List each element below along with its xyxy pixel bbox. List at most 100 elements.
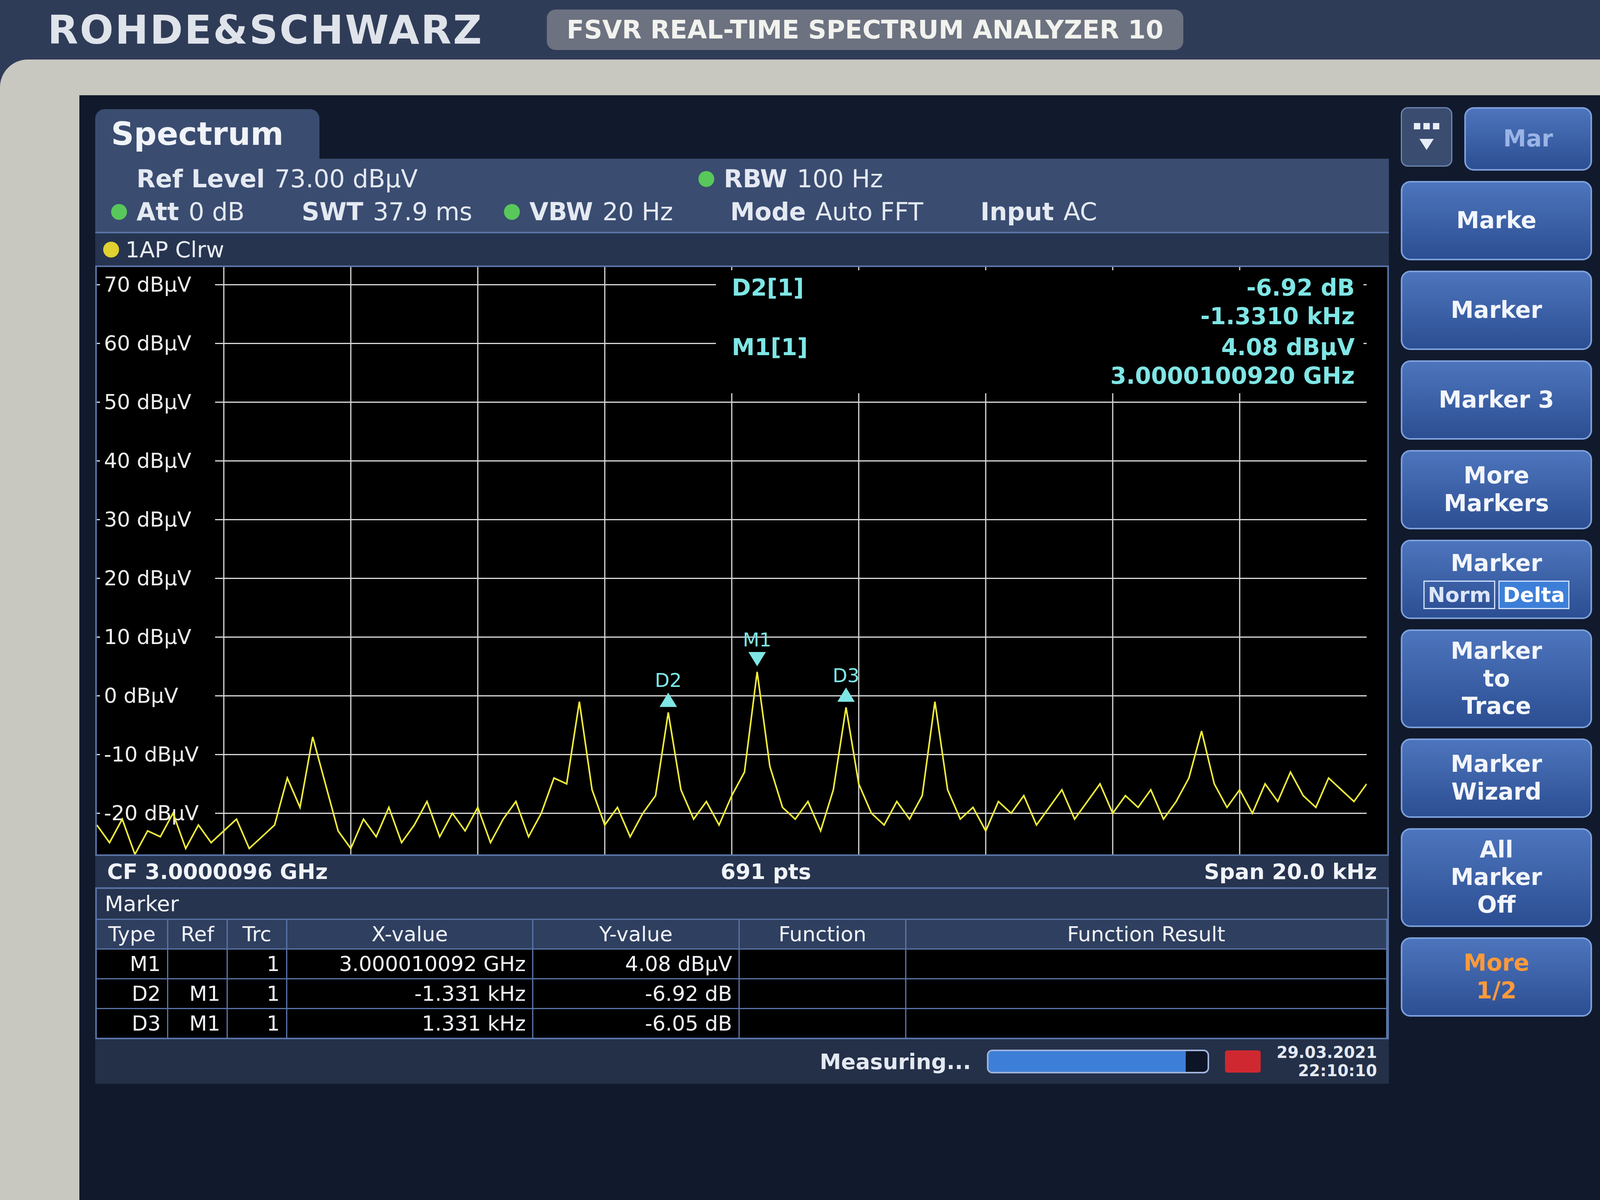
column-header: Function — [739, 919, 907, 949]
svg-text:D3: D3 — [832, 664, 860, 687]
indicator-dot — [698, 171, 715, 187]
setting[interactable]: VBW20 Hz — [503, 197, 674, 227]
marker-readout — [715, 270, 1364, 394]
readout-entry: M1[1]4.08 dBµV3.0000100920 GHz — [731, 333, 1355, 390]
softkey[interactable]: MarkerNormDelta — [1400, 539, 1593, 620]
indicator-dot — [111, 171, 127, 187]
setting[interactable]: Att0 dB — [111, 197, 245, 227]
svg-text:70 dBµV: 70 dBµV — [103, 272, 192, 297]
indicator-dot — [955, 203, 972, 220]
indicator-dot — [276, 203, 293, 220]
svg-text:60 dBµV: 60 dBµV — [103, 331, 192, 356]
screen-bezel: SpectrumRef Level73.00 dBµVRBW100 HzAtt0… — [0, 59, 1600, 1200]
table-cell — [906, 949, 1388, 979]
table-row[interactable]: D2M11-1.331 kHz-6.92 dB — [96, 978, 1388, 1008]
y-tick: 20 dBµV — [96, 564, 1367, 591]
brand-logo: ROHDE&SCHWARZ — [47, 6, 484, 54]
table-cell — [906, 1009, 1388, 1038]
grid-line — [350, 267, 352, 855]
toggle-option[interactable]: Norm — [1423, 580, 1496, 610]
table-cell: M1 — [168, 979, 228, 1008]
marker[interactable]: M1 — [742, 628, 772, 667]
table-cell — [739, 949, 907, 979]
indicator-dot — [704, 203, 721, 220]
trace-line — [96, 671, 1367, 855]
toggle-option[interactable]: Delta — [1498, 580, 1570, 610]
svg-text:M1[1]: M1[1] — [731, 333, 808, 361]
column-header: Trc — [227, 919, 288, 949]
table-cell: -1.331 kHz — [287, 979, 534, 1008]
table-row[interactable]: M113.000010092 GHz4.08 dBµV — [96, 948, 1388, 979]
menu-button[interactable] — [1400, 107, 1453, 167]
grid-line — [223, 267, 225, 855]
table-cell: 3.000010092 GHz — [287, 949, 534, 979]
table-cell: M1 — [168, 1009, 228, 1038]
softkey[interactable]: Marke — [1400, 180, 1593, 261]
table-cell: 1 — [227, 949, 288, 979]
model-plate: FSVR REAL-TIME SPECTRUM ANALYZER 10 — [546, 9, 1184, 50]
svg-text:-20 dBµV: -20 dBµV — [103, 801, 199, 825]
y-tick: 40 dBµV — [96, 447, 1367, 473]
norm-delta-toggle[interactable]: NormDelta — [1423, 580, 1570, 610]
softkey[interactable]: MoreMarkers — [1400, 450, 1593, 530]
softkey[interactable]: MarkertoTrace — [1400, 629, 1593, 729]
setting[interactable]: SWT37.9 ms — [276, 197, 473, 227]
setting[interactable]: RBW100 Hz — [698, 164, 883, 194]
softkey[interactable]: Marker — [1400, 270, 1593, 350]
plot-frame: 70 dBµV 60 dBµV 50 dBµV 40 dBµV 30 dBµV 20 dB… — [95, 265, 1389, 856]
readout-entry: D2[1] -6.92 dB-1.3310 kHz — [731, 274, 1355, 330]
grid-line — [477, 267, 479, 855]
svg-text:20 dBµV: 20 dBµV — [103, 566, 192, 591]
menu-icon — [1410, 119, 1443, 155]
indicator-dot — [111, 203, 127, 220]
marker[interactable]: D3 — [832, 664, 860, 702]
analyzer-front: ROHDE&SCHWARZ FSVR REAL-TIME SPECTRUM ANA… — [0, 0, 1600, 1200]
alert-icon — [1225, 1050, 1261, 1073]
table-cell: D2 — [96, 979, 169, 1008]
setting[interactable]: ModeAuto FFT — [704, 197, 924, 227]
trace-dot — [103, 241, 120, 258]
settings-row: Att0 dB SWT37.9 ms VBW20 Hz ModeAuto FFT Inp… — [111, 197, 1374, 227]
table-cell: D3 — [96, 1009, 169, 1038]
table-cell — [739, 1009, 907, 1038]
table-row[interactable]: D3M111.331 kHz-6.05 dB — [96, 1007, 1388, 1038]
indicator-dot — [503, 203, 520, 220]
spectrum-plot: 70 dBµV 60 dBµV 50 dBµV 40 dBµV 30 dBµV 20 dB… — [96, 267, 1367, 855]
screen: SpectrumRef Level73.00 dBµVRBW100 HzAtt0… — [79, 95, 1600, 1200]
softkey-bar: Mar Marke Marker Marker 3 MoreMarkers MarkerN… — [1400, 107, 1600, 1200]
y-tick: 10 dBµV — [96, 623, 1367, 649]
column-header: Type — [96, 919, 169, 949]
y-tick: 30 dBµV — [96, 505, 1367, 532]
softkey[interactable]: Mar — [1464, 107, 1593, 171]
table-cell — [739, 979, 907, 1008]
svg-text:4.08 dBµV: 4.08 dBµV — [1221, 333, 1355, 361]
y-tick: -10 dBµV — [96, 740, 1367, 767]
trace-label: 1AP Clrw — [95, 231, 1389, 266]
svg-text:50 dBµV: 50 dBµV — [103, 390, 192, 414]
softkey[interactable]: MarkerWizard — [1400, 738, 1593, 818]
softkey[interactable]: More1/2 — [1400, 937, 1593, 1017]
table-cell: M1 — [96, 949, 169, 979]
table-cell: 1.331 kHz — [287, 1009, 534, 1038]
svg-text:40 dBµV: 40 dBµV — [103, 448, 192, 473]
grid-line — [604, 267, 606, 855]
table-title: Marker — [96, 888, 1388, 919]
softkey[interactable]: Marker 3 — [1400, 360, 1593, 440]
progress-bar — [986, 1049, 1210, 1074]
setting[interactable]: InputAC — [955, 197, 1098, 227]
svg-text:30 dBµV: 30 dBµV — [103, 507, 192, 532]
softkey[interactable]: AllMarkerOff — [1400, 828, 1593, 927]
marker-table: MarkerTypeRefTrcX-valueY-valueFunctionFu… — [95, 887, 1389, 1040]
column-header: X-value — [287, 919, 534, 949]
y-tick: 0 dBµV — [96, 682, 1367, 708]
svg-text:D2[1]: D2[1] — [731, 274, 804, 302]
table-cell: -6.92 dB — [533, 979, 740, 1008]
spectrum-tab[interactable]: Spectrum — [95, 109, 320, 159]
svg-text:-1.3310 kHz: -1.3310 kHz — [1200, 302, 1355, 330]
setting[interactable]: Ref Level73.00 dBµV — [111, 164, 667, 194]
settings-header: Ref Level73.00 dBµV RBW100 Hz Att0 dB SWT37… — [95, 158, 1389, 232]
marker[interactable]: D2 — [654, 669, 682, 707]
table-cell: 1 — [227, 1009, 288, 1038]
table-cell — [906, 979, 1388, 1008]
svg-text:-6.92 dB: -6.92 dB — [1246, 274, 1355, 302]
